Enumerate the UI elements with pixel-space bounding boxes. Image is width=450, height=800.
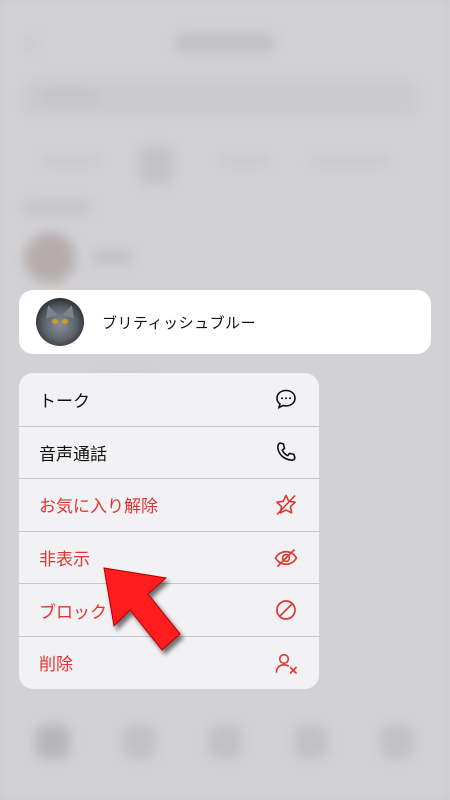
- chat-bubble-icon: [273, 386, 299, 412]
- avatar-ear: [62, 303, 78, 319]
- eye-slash-icon: [273, 545, 299, 571]
- contact-preview-card[interactable]: ブリティッシュブルー: [19, 290, 431, 354]
- menu-item-label: お気に入り解除: [39, 497, 158, 518]
- menu-item-talk[interactable]: トーク: [19, 373, 319, 426]
- annotation-arrow-icon: [103, 567, 181, 651]
- menu-item-label: トーク: [39, 391, 90, 412]
- menu-item-label: 非表示: [39, 550, 90, 571]
- block-icon: [273, 597, 299, 623]
- avatar-eye: [62, 319, 68, 324]
- contact-name: ブリティッシュブルー: [102, 313, 257, 332]
- person-remove-icon: [273, 650, 299, 676]
- menu-item-unfavorite[interactable]: お気に入り解除: [19, 478, 319, 531]
- avatar-ear: [42, 303, 58, 319]
- phone-icon: [273, 439, 299, 465]
- star-remove-icon: [273, 492, 299, 518]
- menu-item-label: 削除: [39, 655, 73, 676]
- menu-item-voice-call[interactable]: 音声通話: [19, 425, 319, 479]
- cat-avatar: [36, 298, 84, 346]
- menu-item-label: 音声通話: [39, 444, 107, 465]
- avatar-eye: [52, 319, 58, 324]
